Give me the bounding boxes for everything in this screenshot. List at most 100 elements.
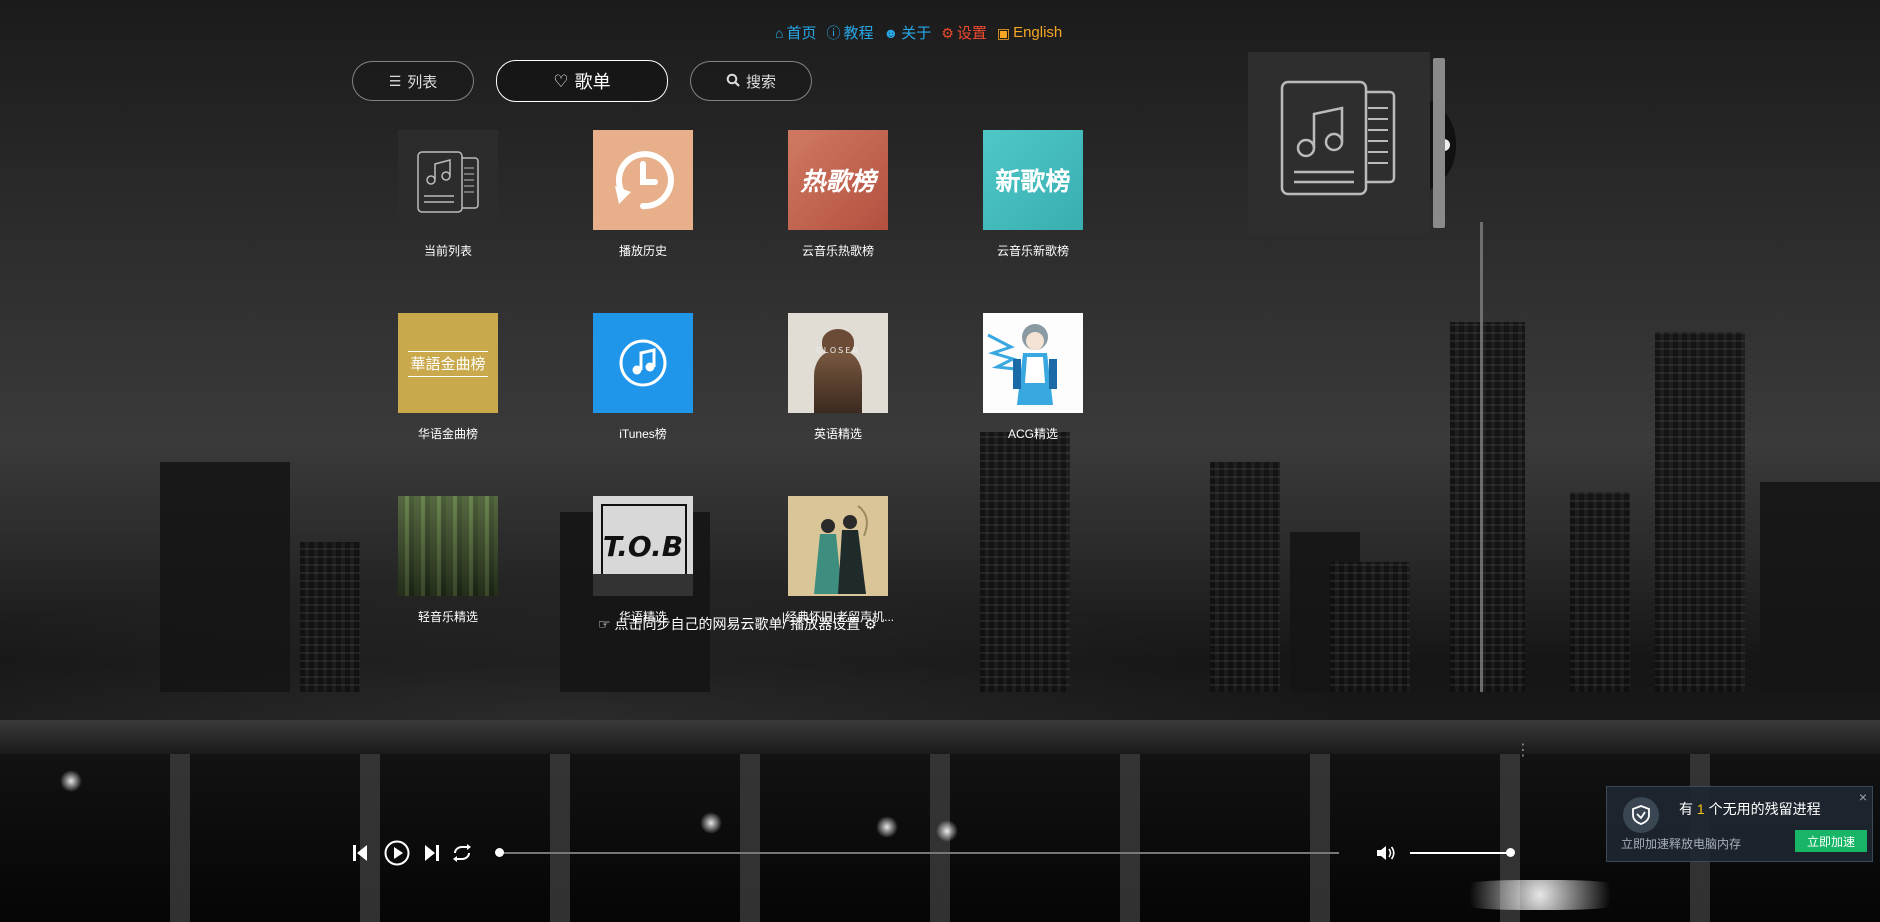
view-tabs: ☰ 列表 ♡ 歌单 搜索: [352, 60, 812, 102]
cover-text: 热歌榜: [800, 167, 876, 196]
speed-up-button[interactable]: 立即加速: [1795, 830, 1867, 852]
painting-image: [814, 505, 868, 594]
tab-playlists-label: 歌单: [574, 72, 611, 92]
playlist-card[interactable]: T.O.B 华语精选: [593, 496, 693, 625]
nav-tutorial-label: 教程: [843, 25, 874, 42]
play-button[interactable]: [384, 840, 410, 871]
playlist-cover: [398, 496, 498, 596]
playlist-card[interactable]: 華語金曲榜 华语金曲榜: [398, 313, 498, 442]
notification-suffix: 个无用的残留进程: [1708, 801, 1821, 817]
play-circle-icon: [384, 840, 410, 866]
gear-icon: ⚙: [864, 616, 877, 632]
notification-prefix: 有: [1679, 801, 1693, 817]
volume-knob[interactable]: [1506, 848, 1515, 857]
loop-button[interactable]: [451, 843, 473, 868]
home-icon: ⌂: [775, 24, 784, 41]
hand-pointer-icon: ☞: [598, 616, 611, 632]
sync-playlist-label: 点击同步自己的网易云歌单/ 播放器设置: [614, 616, 861, 632]
cover-text: 新歌榜: [995, 167, 1071, 196]
tab-list-label: 列表: [407, 73, 438, 91]
playlist-cover: 新歌榜: [983, 130, 1083, 230]
volume-track[interactable]: [1410, 848, 1515, 857]
language-icon: ▣: [996, 24, 1011, 41]
heart-icon: ♡: [553, 71, 569, 91]
close-icon[interactable]: ×: [1859, 789, 1867, 805]
nav-about-label: 关于: [901, 25, 932, 42]
cover-photo-hair: [814, 351, 862, 413]
nav-settings-label: 设置: [956, 25, 987, 42]
progress-track[interactable]: [495, 848, 1339, 857]
playlist-cover: 热歌榜: [788, 130, 888, 230]
playlist-card[interactable]: ACG精选: [983, 313, 1083, 442]
playlist-title: 英语精选: [813, 427, 862, 441]
skip-forward-icon: [425, 845, 439, 861]
playlist-title: 轻音乐精选: [417, 610, 478, 624]
playlist-cover: [593, 130, 693, 230]
sync-playlist-link[interactable]: ☞ 点击同步自己的网易云歌单/ 播放器设置 ⚙: [598, 614, 877, 634]
playlist-title: 华语金曲榜: [417, 427, 478, 441]
list-icon: ☰: [388, 73, 402, 89]
music-list-icon: [417, 151, 479, 213]
anime-character-image: [987, 324, 1057, 405]
nav-language[interactable]: ▣ English: [997, 22, 1062, 43]
notification-count: 1: [1696, 801, 1705, 817]
playlist-title: iTunes榜: [619, 427, 667, 441]
player-bar: [352, 840, 1515, 869]
volume-icon: [1377, 846, 1395, 860]
now-playing-cover: [1248, 52, 1430, 234]
notification-subtitle: 立即加速释放电脑内存: [1621, 837, 1742, 851]
notification-message: 有 1 个无用的残留进程: [1679, 799, 1821, 819]
cover-text: CLOSER: [816, 345, 860, 355]
nav-home-label: 首页: [786, 25, 817, 42]
playlist-card[interactable]: 热歌榜 云音乐热歌榜: [788, 130, 888, 259]
playlist-title: 当前列表: [423, 244, 472, 258]
album-side-bar: [1433, 58, 1445, 228]
cleanup-notification: 有 1 个无用的残留进程 立即加速释放电脑内存 立即加速 ×: [1606, 786, 1873, 862]
top-nav: ⌂ 首页 ⓘ 教程 ☻ 关于 ⚙ 设置 ▣ English: [775, 22, 1062, 43]
playlist-title: 播放历史: [618, 244, 667, 258]
volume-button[interactable]: [1376, 844, 1396, 867]
users-icon: ☻: [883, 24, 899, 41]
playlist-cover: CLOSER: [788, 313, 888, 413]
tab-playlists[interactable]: ♡ 歌单: [496, 60, 668, 102]
tab-search-label: 搜索: [745, 73, 776, 91]
playlist-title: 云音乐热歌榜: [801, 244, 874, 258]
cover-text: 華語金曲榜: [410, 354, 486, 373]
repeat-icon: [453, 844, 471, 862]
history-icon: [615, 151, 674, 210]
playlist-cover: 華語金曲榜: [398, 313, 498, 413]
forest-photo: [398, 496, 498, 596]
playlist-cover: T.O.B: [593, 496, 693, 596]
gear-icon: ⚙: [941, 24, 954, 41]
tab-list[interactable]: ☰ 列表: [352, 61, 474, 101]
playlist-title: 云音乐新歌榜: [996, 244, 1069, 258]
nav-settings[interactable]: ⚙ 设置: [941, 22, 987, 43]
shield-icon: [1623, 797, 1659, 833]
prev-button[interactable]: [352, 842, 368, 869]
nav-language-label: English: [1013, 24, 1063, 41]
search-icon: [726, 73, 740, 89]
playlist-card[interactable]: 当前列表: [398, 130, 498, 259]
playlist-card[interactable]: 播放历史: [593, 130, 693, 259]
nav-home[interactable]: ⌂ 首页: [775, 22, 816, 43]
playlist-cover: [983, 313, 1083, 413]
music-note-icon: [619, 339, 667, 387]
playlist-cover: [593, 313, 693, 413]
tab-search[interactable]: 搜索: [690, 61, 812, 101]
next-button[interactable]: [424, 842, 440, 869]
playlist-grid: 当前列表 播放历史 热歌榜 云音乐热歌榜 新歌榜 云音乐新歌榜 華語金曲榜 华语…: [398, 130, 1083, 625]
playlist-cover: [398, 130, 498, 230]
playlist-card[interactable]: |经典怀旧|老留声机...: [782, 496, 894, 625]
nav-about[interactable]: ☻ 关于: [884, 22, 932, 43]
playlist-card[interactable]: 新歌榜 云音乐新歌榜: [983, 130, 1083, 259]
playlist-title: ACG精选: [1007, 427, 1058, 441]
playlist-card[interactable]: CLOSER 英语精选: [788, 313, 888, 442]
playlist-cover: [788, 496, 888, 596]
skip-back-icon: [353, 845, 367, 861]
playlist-card[interactable]: 轻音乐精选: [398, 496, 498, 625]
playlist-card[interactable]: iTunes榜: [593, 313, 693, 442]
nav-tutorial[interactable]: ⓘ 教程: [826, 22, 873, 43]
cover-text: T.O.B: [602, 529, 684, 563]
more-options-icon[interactable]: ⋮: [1515, 740, 1531, 760]
progress-knob[interactable]: [495, 848, 504, 857]
